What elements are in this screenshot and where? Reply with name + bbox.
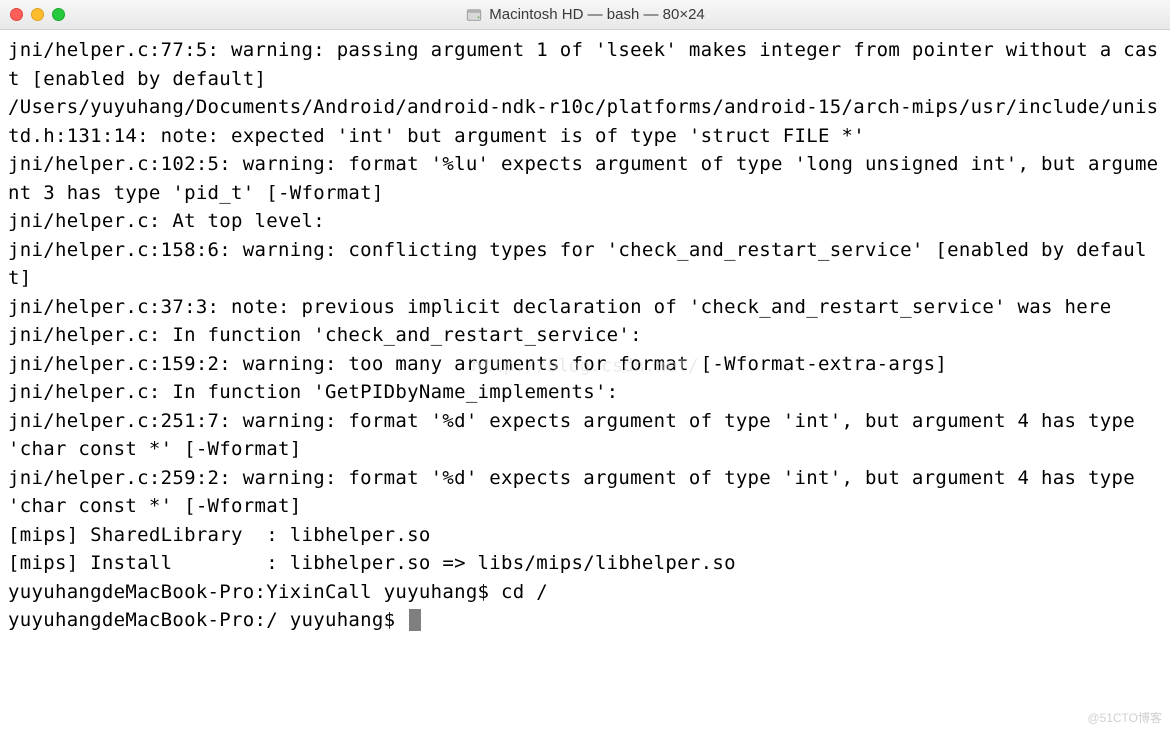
- output-line: jni/helper.c:259:2: warning: format '%d'…: [8, 464, 1162, 521]
- close-button[interactable]: [10, 8, 23, 21]
- output-line: /Users/yuyuhang/Documents/Android/androi…: [8, 93, 1162, 150]
- window-title-area: Macintosh HD — bash — 80×24: [0, 6, 1170, 24]
- output-line: jni/helper.c:251:7: warning: format '%d'…: [8, 407, 1162, 464]
- maximize-button[interactable]: [52, 8, 65, 21]
- window-titlebar[interactable]: Macintosh HD — bash — 80×24: [0, 0, 1170, 30]
- window-title: Macintosh HD — bash — 80×24: [489, 6, 705, 23]
- output-line: jni/helper.c:159:2: warning: too many ar…: [8, 350, 1162, 379]
- output-line: jni/helper.c:158:6: warning: conflicting…: [8, 236, 1162, 293]
- output-line: [mips] Install : libhelper.so => libs/mi…: [8, 549, 1162, 578]
- minimize-button[interactable]: [31, 8, 44, 21]
- output-line: jni/helper.c: At top level:: [8, 207, 1162, 236]
- prompt-line[interactable]: yuyuhangdeMacBook-Pro:/ yuyuhang$: [8, 606, 1162, 635]
- output-line: yuyuhangdeMacBook-Pro:YixinCall yuyuhang…: [8, 578, 1162, 607]
- terminal-window: Macintosh HD — bash — 80×24 jni/helper.c…: [0, 0, 1170, 732]
- traffic-lights: [10, 8, 65, 21]
- terminal-output[interactable]: jni/helper.c:77:5: warning: passing argu…: [0, 30, 1170, 732]
- output-line: jni/helper.c:102:5: warning: format '%lu…: [8, 150, 1162, 207]
- output-line: jni/helper.c:77:5: warning: passing argu…: [8, 36, 1162, 93]
- output-line: [mips] SharedLibrary : libhelper.so: [8, 521, 1162, 550]
- disk-icon: [465, 6, 483, 24]
- cursor-block: [409, 609, 421, 631]
- output-line: jni/helper.c: In function 'GetPIDbyName_…: [8, 378, 1162, 407]
- output-line: jni/helper.c:37:3: note: previous implic…: [8, 293, 1162, 322]
- prompt-text: yuyuhangdeMacBook-Pro:/ yuyuhang$: [8, 606, 407, 635]
- output-line: jni/helper.c: In function 'check_and_res…: [8, 321, 1162, 350]
